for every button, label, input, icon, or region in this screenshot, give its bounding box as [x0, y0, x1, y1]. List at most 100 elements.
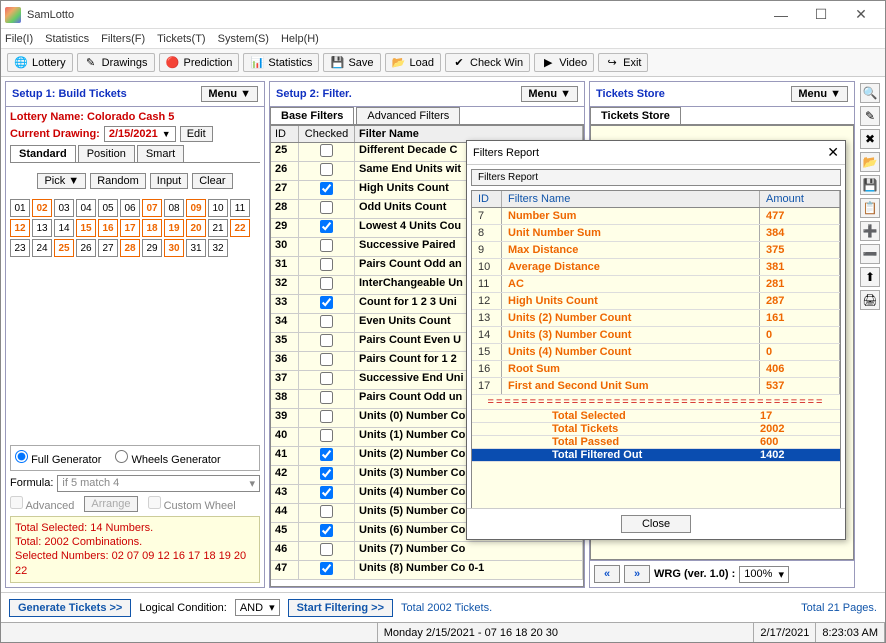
number-cell[interactable]: 30	[164, 239, 184, 257]
toolbar-lottery[interactable]: 🌐Lottery	[7, 53, 73, 72]
advanced-checkbox[interactable]: Advanced	[10, 496, 74, 512]
side-tool-button[interactable]: 💾	[860, 175, 880, 195]
filter-checkbox[interactable]	[299, 504, 355, 522]
tab-base-filters[interactable]: Base Filters	[270, 107, 354, 124]
popup-close-button[interactable]: Close	[621, 515, 691, 533]
drawing-date[interactable]: 2/15/2021▼	[104, 126, 176, 142]
toolbar-statistics[interactable]: 📊Statistics	[243, 53, 319, 72]
filter-checkbox[interactable]	[299, 219, 355, 237]
full-generator-radio[interactable]: Full Generator	[15, 450, 101, 466]
number-cell[interactable]: 03	[54, 199, 74, 217]
filter-checkbox[interactable]	[299, 162, 355, 180]
number-cell[interactable]: 24	[32, 239, 52, 257]
number-cell[interactable]: 29	[142, 239, 162, 257]
report-row[interactable]: 12High Units Count287	[472, 293, 840, 310]
number-cell[interactable]: 04	[76, 199, 96, 217]
filter-checkbox[interactable]	[299, 333, 355, 351]
total-row[interactable]: Total Tickets2002	[472, 423, 840, 436]
report-row[interactable]: 17First and Second Unit Sum537	[472, 378, 840, 395]
number-cell[interactable]: 19	[164, 219, 184, 237]
filter-checkbox[interactable]	[299, 181, 355, 199]
start-filtering-button[interactable]: Start Filtering >>	[288, 599, 393, 617]
menu-item[interactable]: File(I)	[5, 33, 33, 45]
side-tool-button[interactable]: 🔍	[860, 83, 880, 103]
side-tool-button[interactable]: ✎	[860, 106, 880, 126]
filter-checkbox[interactable]	[299, 200, 355, 218]
number-cell[interactable]: 01	[10, 199, 30, 217]
tab-smart[interactable]: Smart	[137, 145, 184, 162]
filter-checkbox[interactable]	[299, 276, 355, 294]
filter-checkbox[interactable]	[299, 485, 355, 503]
report-row[interactable]: 10Average Distance381	[472, 259, 840, 276]
filter-checkbox[interactable]	[299, 466, 355, 484]
number-cell[interactable]: 21	[208, 219, 228, 237]
number-cell[interactable]: 31	[186, 239, 206, 257]
toolbar-save[interactable]: 💾Save	[323, 53, 380, 72]
toolbar-check-win[interactable]: ✔Check Win	[445, 53, 530, 72]
total-row[interactable]: Total Passed600	[472, 436, 840, 449]
number-cell[interactable]: 11	[230, 199, 250, 217]
setup1-menu[interactable]: Menu ▼	[201, 86, 258, 102]
toolbar-drawings[interactable]: ✎Drawings	[77, 53, 155, 72]
toolbar-video[interactable]: ▶Video	[534, 53, 594, 72]
filter-checkbox[interactable]	[299, 409, 355, 427]
menu-item[interactable]: Statistics	[45, 33, 89, 45]
number-cell[interactable]: 28	[120, 239, 140, 257]
report-row[interactable]: 8Unit Number Sum384	[472, 225, 840, 242]
pick-button[interactable]: Pick ▼	[37, 173, 86, 189]
filter-checkbox[interactable]	[299, 238, 355, 256]
custom-wheel-checkbox[interactable]: Custom Wheel	[148, 496, 236, 512]
side-tool-button[interactable]: 📂	[860, 152, 880, 172]
tab-tickets-store[interactable]: Tickets Store	[590, 107, 681, 124]
number-cell[interactable]: 20	[186, 219, 206, 237]
tab-standard[interactable]: Standard	[10, 145, 76, 162]
number-cell[interactable]: 05	[98, 199, 118, 217]
filter-checkbox[interactable]	[299, 143, 355, 161]
random-button[interactable]: Random	[90, 173, 146, 189]
popup-close-icon[interactable]: ✕	[827, 144, 839, 161]
side-tool-button[interactable]: 📋	[860, 198, 880, 218]
side-tool-button[interactable]: ✖	[860, 129, 880, 149]
number-cell[interactable]: 09	[186, 199, 206, 217]
nav-next-button[interactable]: »	[624, 565, 650, 583]
side-tool-button[interactable]: ⬆	[860, 267, 880, 287]
report-row[interactable]: 7Number Sum477	[472, 208, 840, 225]
number-cell[interactable]: 17	[120, 219, 140, 237]
logical-select[interactable]: AND▾	[235, 599, 280, 616]
toolbar-prediction[interactable]: 🔴Prediction	[159, 53, 240, 72]
number-cell[interactable]: 13	[32, 219, 52, 237]
menu-item[interactable]: Filters(F)	[101, 33, 145, 45]
number-cell[interactable]: 07	[142, 199, 162, 217]
total-row[interactable]: Total Selected17	[472, 410, 840, 423]
wheels-generator-radio[interactable]: Wheels Generator	[115, 450, 220, 466]
menu-item[interactable]: System(S)	[218, 33, 269, 45]
number-cell[interactable]: 26	[76, 239, 96, 257]
formula-select[interactable]: if 5 match 4▾	[57, 475, 260, 492]
generate-tickets-button[interactable]: Generate Tickets >>	[9, 599, 131, 617]
report-row[interactable]: 11AC281	[472, 276, 840, 293]
tab-position[interactable]: Position	[78, 145, 135, 162]
side-tool-button[interactable]: ➕	[860, 221, 880, 241]
filter-checkbox[interactable]	[299, 428, 355, 446]
report-row[interactable]: 14Units (3) Number Count0	[472, 327, 840, 344]
side-tool-button[interactable]: ➖	[860, 244, 880, 264]
filter-checkbox[interactable]	[299, 352, 355, 370]
number-cell[interactable]: 16	[98, 219, 118, 237]
number-cell[interactable]: 08	[164, 199, 184, 217]
setup2-menu[interactable]: Menu ▼	[521, 86, 578, 102]
number-cell[interactable]: 15	[76, 219, 96, 237]
store-menu[interactable]: Menu ▼	[791, 86, 848, 102]
report-row[interactable]: 15Units (4) Number Count0	[472, 344, 840, 361]
report-row[interactable]: 13Units (2) Number Count161	[472, 310, 840, 327]
number-cell[interactable]: 32	[208, 239, 228, 257]
filter-checkbox[interactable]	[299, 523, 355, 541]
report-row[interactable]: 16Root Sum406	[472, 361, 840, 378]
number-cell[interactable]: 27	[98, 239, 118, 257]
toolbar-exit[interactable]: ↪Exit	[598, 53, 648, 72]
menu-item[interactable]: Help(H)	[281, 33, 319, 45]
filter-checkbox[interactable]	[299, 257, 355, 275]
filter-checkbox[interactable]	[299, 314, 355, 332]
toolbar-load[interactable]: 📂Load	[385, 53, 441, 72]
filter-checkbox[interactable]	[299, 390, 355, 408]
close-button[interactable]: ✕	[841, 1, 881, 28]
